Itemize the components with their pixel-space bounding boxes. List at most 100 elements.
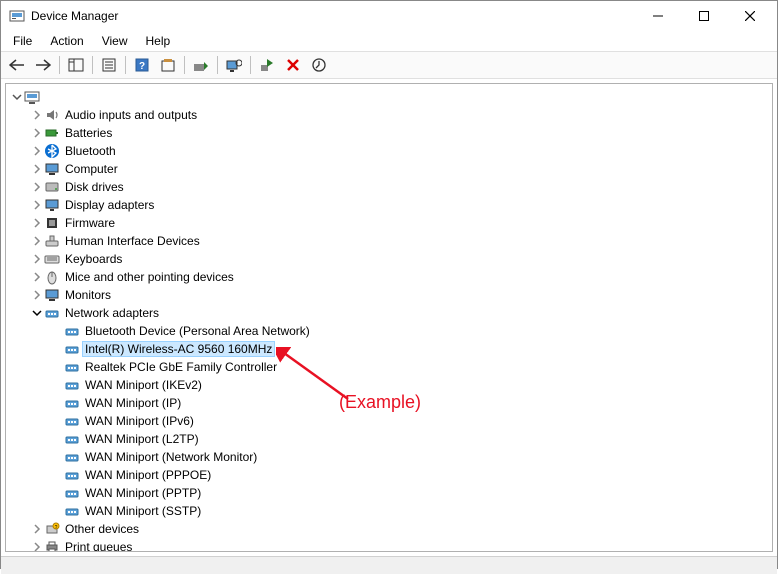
tree-device[interactable]: WAN Miniport (IPv6) [6,412,772,430]
titlebar: Device Manager [1,1,777,31]
network-adapter-icon [64,377,80,393]
expand-icon[interactable] [30,252,44,266]
monitor-icon [44,287,60,303]
network-adapter-icon [64,503,80,519]
tree-label: WAN Miniport (L2TP) [83,432,201,446]
tree-category[interactable]: Mice and other pointing devices [6,268,772,286]
tree-category[interactable]: Batteries [6,124,772,142]
uninstall-button[interactable] [281,54,305,76]
tree-category[interactable]: Display adapters [6,196,772,214]
network-adapter-icon [64,359,80,375]
tree-label: WAN Miniport (SSTP) [83,504,203,518]
menubar: File Action View Help [1,31,777,51]
network-adapter-icon [64,341,80,357]
app-icon [9,8,25,24]
enable-button[interactable] [255,54,279,76]
tree-label: Bluetooth [63,144,118,158]
other-icon: ? [44,521,60,537]
expand-icon[interactable] [30,540,44,551]
menu-view[interactable]: View [94,32,136,50]
expand-icon[interactable] [30,180,44,194]
expand-icon[interactable] [30,522,44,536]
close-button[interactable] [727,1,773,31]
tree-device[interactable]: WAN Miniport (L2TP) [6,430,772,448]
tree-device[interactable]: WAN Miniport (PPPOE) [6,466,772,484]
tree-category[interactable]: ?Other devices [6,520,772,538]
expand-icon[interactable] [30,288,44,302]
toolbar-separator [250,56,251,74]
tree-label: Audio inputs and outputs [63,108,199,122]
tree-label: Intel(R) Wireless-AC 9560 160MHz [83,342,274,356]
tree-label: WAN Miniport (IP) [83,396,183,410]
maximize-button[interactable] [681,1,727,31]
tree-category[interactable]: Audio inputs and outputs [6,106,772,124]
properties-button[interactable] [97,54,121,76]
tree-device[interactable]: Intel(R) Wireless-AC 9560 160MHz [6,340,772,358]
tree-category[interactable]: Human Interface Devices [6,232,772,250]
toolbar-separator [59,56,60,74]
window-title: Device Manager [31,9,635,23]
tree-label: Print queues [63,540,134,551]
expand-icon[interactable] [30,162,44,176]
show-hide-tree-button[interactable] [64,54,88,76]
back-button[interactable] [5,54,29,76]
expand-icon[interactable] [30,144,44,158]
tree-category[interactable]: Disk drives [6,178,772,196]
disable-button[interactable] [307,54,331,76]
tree-category[interactable]: Monitors [6,286,772,304]
tree-device[interactable]: WAN Miniport (SSTP) [6,502,772,520]
disk-icon [44,179,60,195]
expand-icon[interactable] [30,270,44,284]
expand-icon[interactable] [30,216,44,230]
tree-content: Audio inputs and outputs Batteries Bluetoo… [5,83,773,552]
tree-device[interactable]: WAN Miniport (PPTP) [6,484,772,502]
update-driver-button[interactable] [189,54,213,76]
tree-label: Mice and other pointing devices [63,270,236,284]
minimize-button[interactable] [635,1,681,31]
hid-icon [44,233,60,249]
toolbar: ? [1,51,777,79]
tree-label: Keyboards [63,252,124,266]
window-controls [635,1,773,31]
menu-file[interactable]: File [5,32,40,50]
action-button[interactable] [156,54,180,76]
collapse-icon[interactable] [30,306,44,320]
expand-icon[interactable] [30,198,44,212]
toolbar-separator [92,56,93,74]
tree-label: Display adapters [63,198,156,212]
menu-action[interactable]: Action [42,32,91,50]
network-icon [44,305,60,321]
tree-label: Network adapters [63,306,161,320]
expand-icon[interactable] [30,234,44,248]
forward-button[interactable] [31,54,55,76]
collapse-icon[interactable] [10,90,24,104]
tree-category[interactable]: Computer [6,160,772,178]
toolbar-separator [217,56,218,74]
tree-device[interactable]: Bluetooth Device (Personal Area Network) [6,322,772,340]
tree-category[interactable]: Print queues [6,538,772,551]
tree-device[interactable]: WAN Miniport (IKEv2) [6,376,772,394]
help-button[interactable]: ? [130,54,154,76]
tree-device[interactable]: WAN Miniport (IP) [6,394,772,412]
mouse-icon [44,269,60,285]
bluetooth-icon [44,143,60,159]
network-adapter-icon [64,413,80,429]
tree-device[interactable]: WAN Miniport (Network Monitor) [6,448,772,466]
expand-icon[interactable] [30,126,44,140]
tree-category[interactable]: Firmware [6,214,772,232]
tree-category[interactable]: Bluetooth [6,142,772,160]
scan-hardware-button[interactable] [222,54,246,76]
tree-category-network[interactable]: Network adapters [6,304,772,322]
tree-category[interactable]: Keyboards [6,250,772,268]
firmware-icon [44,215,60,231]
status-bar [1,556,777,574]
toolbar-separator [184,56,185,74]
tree-root[interactable] [6,88,772,106]
device-tree[interactable]: Audio inputs and outputs Batteries Bluetoo… [6,84,772,551]
tree-label: WAN Miniport (IPv6) [83,414,196,428]
network-adapter-icon [64,485,80,501]
svg-text:?: ? [139,61,145,72]
menu-help[interactable]: Help [138,32,179,50]
tree-device[interactable]: Realtek PCIe GbE Family Controller [6,358,772,376]
expand-icon[interactable] [30,108,44,122]
